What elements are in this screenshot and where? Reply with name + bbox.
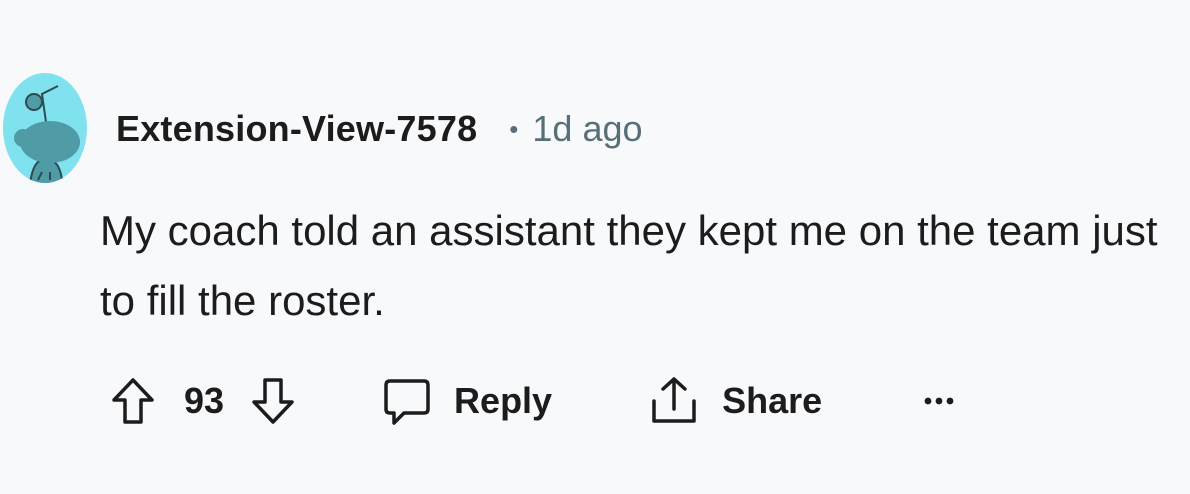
comment-meta: Extension-View-7578 • 1d ago (116, 104, 643, 154)
snoo-avatar-icon[interactable] (2, 72, 88, 184)
share-icon (648, 375, 700, 427)
timestamp[interactable]: 1d ago (532, 108, 642, 150)
comment-body: My coach told an assistant they kept me … (100, 207, 1158, 324)
downvote-arrow-icon[interactable] (250, 376, 296, 426)
comment-actions: 93 Reply Share (110, 368, 954, 434)
comment: Extension-View-7578 • 1d ago My coach to… (0, 0, 1190, 494)
ellipsis-icon (924, 396, 954, 406)
vote-controls: 93 (110, 376, 296, 426)
vote-score: 93 (184, 380, 225, 421)
meta-separator: • (509, 113, 519, 144)
speech-bubble-icon (382, 375, 432, 427)
share-label: Share (722, 380, 823, 421)
upvote-arrow-icon[interactable] (110, 376, 156, 426)
more-options-button[interactable] (924, 396, 954, 406)
reply-label: Reply (454, 380, 553, 421)
reply-button[interactable]: Reply (382, 375, 552, 427)
share-button[interactable]: Share (648, 375, 822, 427)
username-link[interactable]: Extension-View-7578 (116, 108, 477, 150)
